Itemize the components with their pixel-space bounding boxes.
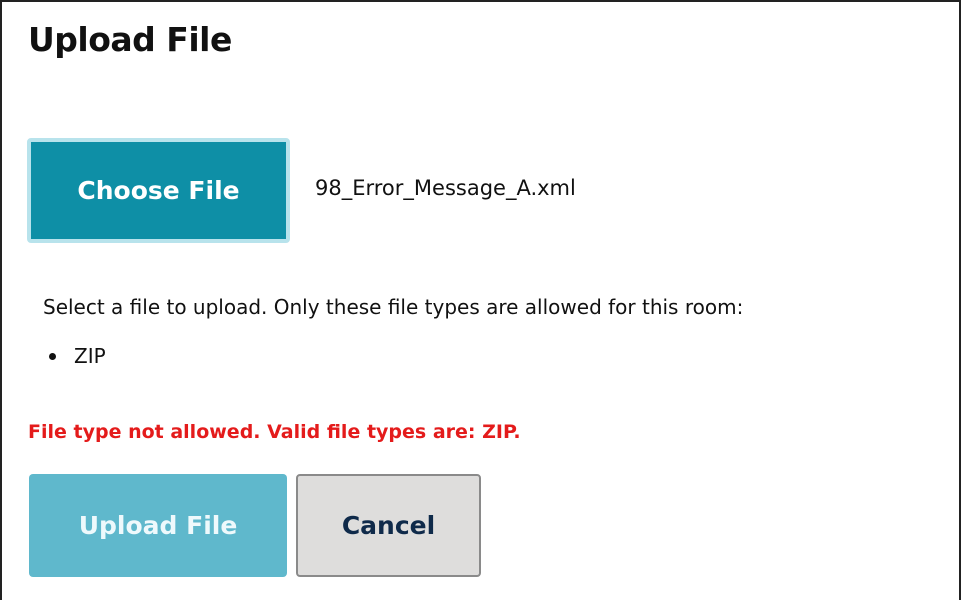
selected-file-name: 98_Error_Message_A.xml <box>315 176 576 200</box>
list-item: ZIP <box>44 342 106 370</box>
allowed-file-types-list: ZIP <box>44 342 106 370</box>
dialog-title: Upload File <box>28 20 232 59</box>
file-type-label: ZIP <box>74 344 106 368</box>
choose-file-button[interactable]: Choose File <box>27 138 290 243</box>
upload-instructions: Select a file to upload. Only these file… <box>43 295 744 319</box>
upload-file-button[interactable]: Upload File <box>29 474 287 577</box>
bullet-icon <box>49 353 56 360</box>
cancel-button[interactable]: Cancel <box>296 474 481 577</box>
error-message: File type not allowed. Valid file types … <box>28 421 521 443</box>
upload-file-dialog: Upload File Choose File 98_Error_Message… <box>0 0 961 600</box>
